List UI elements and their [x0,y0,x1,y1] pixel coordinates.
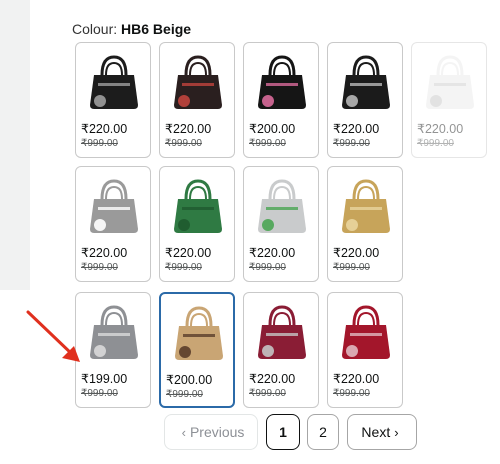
handbag-image [174,55,222,109]
swatch-mrp: ₹999.00 [249,138,286,149]
handbag-image [258,55,306,109]
swatch-price: ₹220.00 [249,246,296,260]
swatch-price: ₹220.00 [165,246,212,260]
colour-swatch[interactable]: ₹220.00 ₹999.00 [327,42,403,158]
handbag-image [342,55,390,109]
red-arrow-icon [26,310,80,362]
colour-swatch[interactable]: ₹200.00 ₹999.00 [243,42,319,158]
previous-page-button[interactable]: ‹ Previous [164,414,258,450]
page-1-label: 1 [279,424,287,440]
colour-swatch[interactable]: ₹220.00 ₹999.00 [243,292,319,408]
colour-swatch[interactable]: ₹220.00 ₹999.00 [75,42,151,158]
swatch-mrp: ₹999.00 [333,262,370,273]
colour-swatch[interactable]: ₹220.00 ₹999.00 [327,292,403,408]
handbag-image [174,179,222,233]
swatch-price: ₹220.00 [81,122,128,136]
colour-swatch[interactable]: ₹220.00 ₹999.00 [75,166,151,282]
handbag-image [342,305,390,359]
handbag-image [90,179,138,233]
page-2-label: 2 [319,424,327,440]
colour-swatch[interactable]: ₹220.00 ₹999.00 [159,166,235,282]
swatch-mrp: ₹999.00 [333,388,370,399]
swatch-mrp: ₹999.00 [165,262,202,273]
page-2-button[interactable]: 2 [307,414,339,450]
colour-value: HB6 Beige [121,21,192,37]
handbag-image [258,305,306,359]
swatch-price: ₹220.00 [249,372,296,386]
handbag-image [426,55,474,109]
swatch-mrp: ₹999.00 [81,138,118,149]
swatch-mrp: ₹999.00 [81,388,118,399]
swatch-mrp: ₹999.00 [81,262,118,273]
swatch-mrp: ₹999.00 [165,138,202,149]
chevron-right-icon: › [394,424,399,440]
page-1-button[interactable]: 1 [266,414,300,450]
swatch-price: ₹199.00 [81,372,128,386]
colour-swatch-selected[interactable]: ₹200.00 ₹999.00 [159,292,235,408]
handbag-image [175,306,223,360]
swatch-price: ₹220.00 [417,122,464,136]
swatch-price: ₹200.00 [166,373,213,387]
handbag-image [90,305,138,359]
swatch-mrp: ₹999.00 [417,138,454,149]
handbag-image [258,179,306,233]
swatch-mrp: ₹999.00 [249,388,286,399]
colour-swatch[interactable]: ₹220.00 ₹999.00 [411,42,487,158]
previous-label: Previous [189,424,245,440]
swatch-mrp: ₹999.00 [249,262,286,273]
swatch-price: ₹220.00 [165,122,212,136]
colour-heading: Colour: HB6 Beige [72,21,191,37]
colour-swatch[interactable]: ₹220.00 ₹999.00 [159,42,235,158]
swatch-mrp: ₹999.00 [333,138,370,149]
colour-swatch[interactable]: ₹220.00 ₹999.00 [327,166,403,282]
handbag-image [342,179,390,233]
swatch-price: ₹220.00 [333,122,380,136]
handbag-image [90,55,138,109]
colour-label: Colour: [72,21,118,37]
next-page-button[interactable]: Next › [347,414,417,450]
colour-swatch[interactable]: ₹220.00 ₹999.00 [243,166,319,282]
side-panel [0,0,30,290]
swatch-price: ₹220.00 [81,246,128,260]
swatch-price: ₹200.00 [249,122,296,136]
swatch-mrp: ₹999.00 [166,389,203,400]
next-label: Next [361,424,391,440]
swatch-price: ₹220.00 [333,372,380,386]
chevron-left-icon: ‹ [181,424,186,440]
colour-swatch[interactable]: ₹199.00 ₹999.00 [75,292,151,408]
swatch-price: ₹220.00 [333,246,380,260]
